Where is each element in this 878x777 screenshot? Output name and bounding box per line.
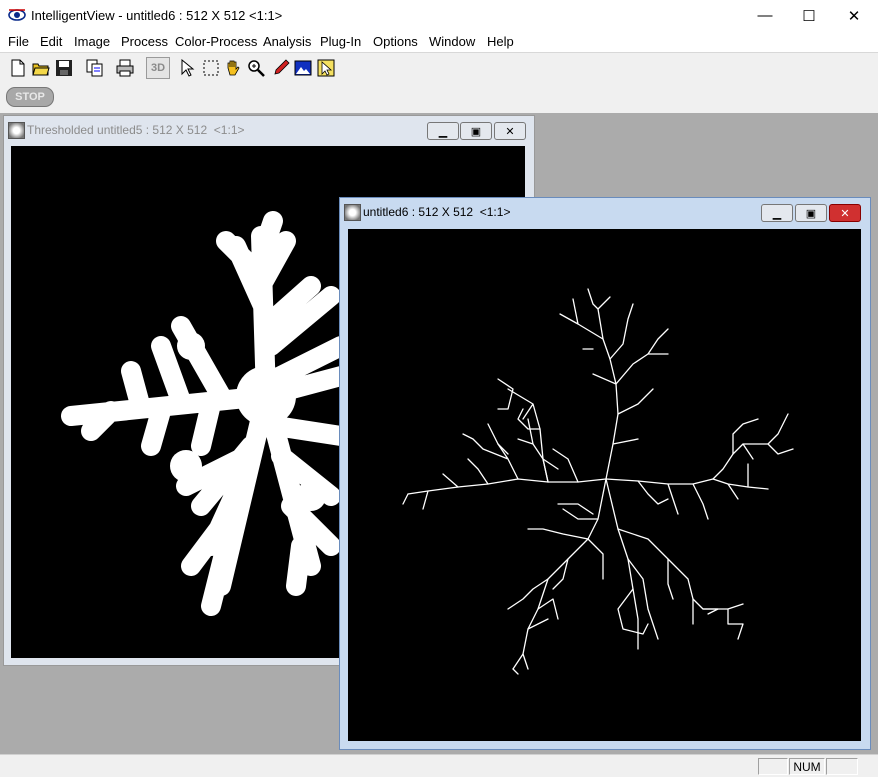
maximize-icon: ☐ bbox=[802, 7, 816, 25]
menu-help[interactable]: Help bbox=[487, 34, 514, 49]
3d-button[interactable]: 3D bbox=[146, 57, 170, 79]
app-eye-icon bbox=[8, 7, 26, 23]
pointer-icon bbox=[181, 59, 195, 77]
skeleton-image-canvas[interactable] bbox=[348, 229, 861, 741]
skeleton-close-button[interactable]: ✕ bbox=[829, 204, 861, 222]
save-button[interactable] bbox=[54, 57, 74, 79]
status-cell-empty-2 bbox=[826, 758, 858, 775]
menu-process[interactable]: Process bbox=[121, 34, 168, 49]
app-close-button[interactable]: ✕ bbox=[831, 0, 877, 31]
copy-icon bbox=[86, 59, 103, 77]
num-lock-label: NUM bbox=[793, 759, 821, 774]
skeleton-dendrite-image bbox=[402, 288, 794, 675]
app-title: IntelligentView - untitled6 : 512 X 512 … bbox=[31, 8, 283, 23]
stop-label: STOP bbox=[15, 91, 45, 103]
flag-tool-button[interactable] bbox=[316, 57, 336, 79]
restore-icon: ▣ bbox=[470, 125, 482, 138]
restore-icon: ▣ bbox=[805, 207, 817, 220]
save-disk-icon bbox=[56, 60, 72, 76]
window-image-icon bbox=[344, 204, 361, 221]
minimize-icon: ▁ bbox=[438, 125, 448, 138]
mdi-workspace: Thresholded untitled5 : 512 X 512 <1:1> … bbox=[0, 113, 878, 754]
open-folder-icon bbox=[32, 63, 50, 76]
app-minimize-button[interactable]: — bbox=[742, 0, 788, 31]
copy-button[interactable] bbox=[85, 57, 105, 79]
pointer-tool-button[interactable] bbox=[177, 57, 197, 79]
menu-analysis[interactable]: Analysis bbox=[263, 34, 311, 49]
menu-edit[interactable]: Edit bbox=[40, 34, 62, 49]
print-icon bbox=[116, 59, 134, 77]
skeleton-restore-button[interactable]: ▣ bbox=[795, 204, 827, 222]
menu-bar: File Edit Image Process Color-Process An… bbox=[0, 31, 878, 52]
window-image-icon bbox=[8, 122, 25, 139]
app-title-bar: IntelligentView - untitled6 : 512 X 512 … bbox=[0, 0, 878, 31]
toolbar: 3D STOP bbox=[0, 52, 878, 114]
menu-image[interactable]: Image bbox=[74, 34, 110, 49]
hand-pan-icon bbox=[227, 60, 240, 76]
pen-icon bbox=[274, 59, 290, 75]
thresholded-window-caption[interactable]: Thresholded untitled5 : 512 X 512 <1:1> … bbox=[4, 116, 534, 143]
thresholded-restore-button[interactable]: ▣ bbox=[460, 122, 492, 140]
thresholded-close-button[interactable]: ✕ bbox=[494, 122, 526, 140]
skeleton-image-window[interactable]: untitled6 : 512 X 512 <1:1> ▁ ▣ ✕ bbox=[339, 197, 871, 750]
zoom-tool-button[interactable] bbox=[246, 57, 266, 79]
marquee-select-icon bbox=[203, 60, 219, 76]
print-button[interactable] bbox=[115, 57, 135, 79]
zoom-icon bbox=[248, 60, 265, 77]
thresholded-minimize-button[interactable]: ▁ bbox=[427, 122, 459, 140]
image-icon bbox=[294, 60, 312, 76]
open-button[interactable] bbox=[31, 57, 51, 79]
menu-color-process[interactable]: Color-Process bbox=[175, 34, 257, 49]
stop-button[interactable]: STOP bbox=[6, 87, 54, 107]
menu-options[interactable]: Options bbox=[373, 34, 418, 49]
skeleton-window-caption[interactable]: untitled6 : 512 X 512 <1:1> ▁ ▣ ✕ bbox=[340, 198, 870, 225]
close-icon: ✕ bbox=[847, 7, 861, 25]
skeleton-window-title: untitled6 : 512 X 512 <1:1> bbox=[363, 205, 511, 219]
menu-file[interactable]: File bbox=[8, 34, 29, 49]
close-icon: ✕ bbox=[840, 207, 850, 220]
minimize-icon: ▁ bbox=[772, 207, 782, 220]
menu-plug-in[interactable]: Plug-In bbox=[320, 34, 361, 49]
status-bar: NUM bbox=[0, 754, 878, 777]
pan-tool-button[interactable] bbox=[223, 57, 243, 79]
flag-pointer-icon bbox=[317, 59, 335, 77]
status-num-indicator: NUM bbox=[789, 758, 825, 775]
minimize-icon: — bbox=[757, 7, 773, 24]
menu-window[interactable]: Window bbox=[429, 34, 475, 49]
close-icon: ✕ bbox=[505, 125, 515, 138]
3d-icon: 3D bbox=[150, 62, 166, 74]
marquee-tool-button[interactable] bbox=[201, 57, 221, 79]
status-cell-empty bbox=[758, 758, 788, 775]
new-file-button[interactable] bbox=[8, 57, 28, 79]
image-tool-button[interactable] bbox=[293, 57, 313, 79]
pen-tool-button[interactable] bbox=[271, 57, 291, 79]
thresholded-window-title: Thresholded untitled5 : 512 X 512 <1:1> bbox=[27, 123, 245, 137]
app-maximize-button[interactable]: ☐ bbox=[786, 0, 832, 31]
skeleton-minimize-button[interactable]: ▁ bbox=[761, 204, 793, 222]
new-file-icon bbox=[11, 59, 25, 77]
